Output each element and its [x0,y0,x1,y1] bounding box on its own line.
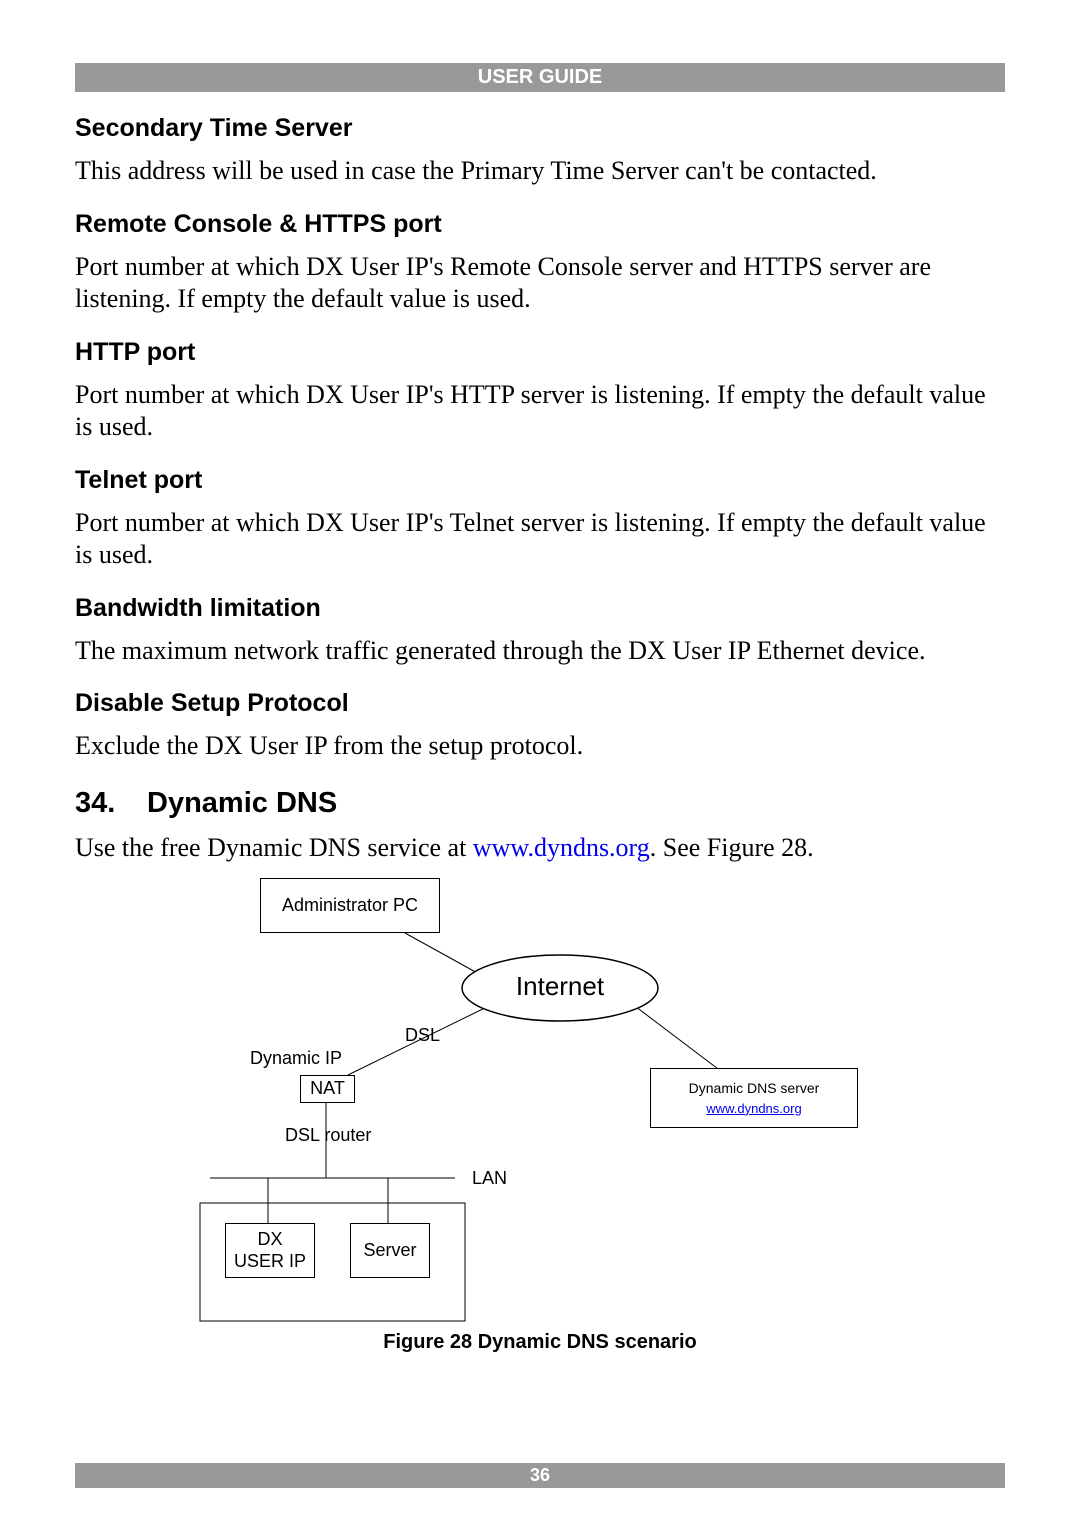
heading-telnet-port: Telnet port [75,466,1005,495]
text-post: . See Figure 28. [650,833,814,862]
label-dynamic-ip: Dynamic IP [250,1048,342,1069]
box-admin-pc: Administrator PC [260,878,440,933]
heading-title: Dynamic DNS [147,787,337,819]
header-bar: USER GUIDE [75,63,1005,92]
box-nat: NAT [300,1075,355,1103]
heading-bandwidth: Bandwidth limitation [75,594,1005,623]
label-dsl: DSL [405,1025,440,1046]
diagram-dynamic-dns: Administrator PC Internet DSL Dynamic IP… [190,878,890,1323]
link-dyndns[interactable]: www.dyndns.org [473,833,650,862]
body-bandwidth: The maximum network traffic generated th… [75,635,1005,668]
heading-number: 34. [75,787,147,820]
label-lan: LAN [472,1168,507,1189]
box-dns-server: Dynamic DNS server www.dyndns.org [650,1068,858,1128]
body-http-port: Port number at which DX User IP's HTTP s… [75,379,1005,444]
dns-server-label: Dynamic DNS server [689,1078,820,1099]
body-remote-console: Port number at which DX User IP's Remote… [75,251,1005,316]
body-secondary-time-server: This address will be used in case the Pr… [75,155,1005,188]
body-telnet-port: Port number at which DX User IP's Telnet… [75,507,1005,572]
box-dx-user-ip: DX USER IP [225,1223,315,1278]
box-server: Server [350,1223,430,1278]
body-dynamic-dns: Use the free Dynamic DNS service at www.… [75,832,1005,865]
label-internet: Internet [460,971,660,1002]
heading-disable-setup: Disable Setup Protocol [75,689,1005,718]
footer-bar: 36 [75,1463,1005,1488]
text-pre: Use the free Dynamic DNS service at [75,833,473,862]
heading-remote-console: Remote Console & HTTPS port [75,210,1005,239]
heading-http-port: HTTP port [75,338,1005,367]
heading-dynamic-dns: 34.Dynamic DNS [75,787,1005,820]
dns-server-link[interactable]: www.dyndns.org [706,1099,801,1119]
heading-secondary-time-server: Secondary Time Server [75,114,1005,143]
figure-caption: Figure 28 Dynamic DNS scenario [75,1331,1005,1354]
label-dsl-router: DSL router [285,1125,371,1146]
body-disable-setup: Exclude the DX User IP from the setup pr… [75,730,1005,763]
